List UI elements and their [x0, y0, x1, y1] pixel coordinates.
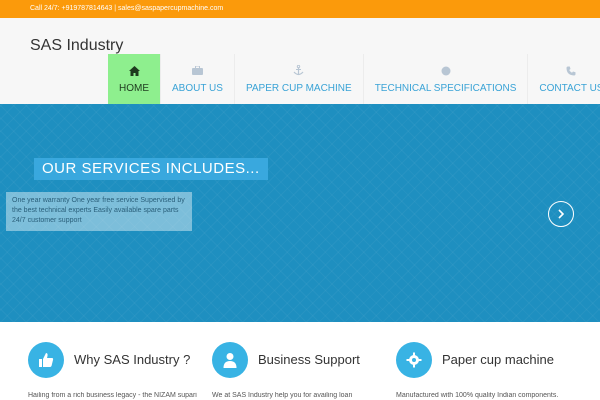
main-navigation: HOME ABOUT US PAPER CUP MACHINE TECHNICA…	[108, 54, 600, 104]
anchor-icon	[293, 65, 304, 76]
nav-label-paper-cup-machine: PAPER CUP MACHINE	[245, 83, 352, 94]
user-icon	[212, 342, 248, 378]
circle-icon	[441, 65, 451, 76]
gear-icon	[396, 342, 432, 378]
home-icon	[128, 65, 140, 76]
feature-title: Why SAS Industry ?	[74, 352, 191, 367]
feature-text: We at SAS Industry help you for availing…	[212, 392, 353, 399]
nav-item-home[interactable]: HOME	[108, 54, 160, 104]
thumbs-up-icon	[28, 342, 64, 378]
feature-paper-cup-machine: Paper cup machine Manufactured with 100%…	[396, 342, 586, 400]
phone-icon	[566, 65, 576, 76]
feature-title: Paper cup machine	[442, 352, 555, 367]
slider-next-button[interactable]	[548, 201, 574, 227]
feature-text: Hailing from a rich business legacy - th…	[28, 392, 197, 399]
nav-label-about-us: ABOUT US	[172, 83, 223, 94]
nav-item-technical-specifications[interactable]: TECHNICAL SPECIFICATIONS	[362, 54, 528, 104]
hero-caption: One year warranty One year free service …	[6, 192, 192, 231]
feature-why-sas: Why SAS Industry ? Hailing from a rich b…	[28, 342, 218, 400]
chevron-right-icon	[558, 209, 565, 219]
feature-text: Manufactured with 100% quality Indian co…	[396, 392, 559, 399]
feature-title: Business Support	[258, 352, 360, 367]
feature-business-support: Business Support We at SAS Industry help…	[212, 342, 402, 400]
nav-label-technical-specifications: TECHNICAL SPECIFICATIONS	[374, 83, 517, 94]
briefcase-icon	[191, 65, 203, 76]
features-section: Why SAS Industry ? Hailing from a rich b…	[0, 322, 600, 400]
top-contact-bar: Call 24/7: +919787814643 | sales@saspape…	[0, 0, 600, 18]
site-logo[interactable]: SAS Industry	[30, 37, 123, 55]
nav-label-contact-us: CONTACT US	[539, 83, 600, 94]
nav-item-contact-us[interactable]: CONTACT US	[527, 54, 600, 104]
nav-label-home: HOME	[119, 83, 149, 94]
contact-info-text: Call 24/7: +919787814643 | sales@saspape…	[30, 5, 224, 12]
nav-item-paper-cup-machine[interactable]: PAPER CUP MACHINE	[233, 54, 363, 104]
hero-slider: OUR SERVICES INCLUDES... One year warran…	[0, 104, 600, 322]
nav-item-about-us[interactable]: ABOUT US	[160, 54, 234, 104]
site-header: SAS Industry HOME ABOUT US PAPER CUP MAC…	[0, 18, 600, 104]
hero-title: OUR SERVICES INCLUDES...	[34, 158, 268, 180]
